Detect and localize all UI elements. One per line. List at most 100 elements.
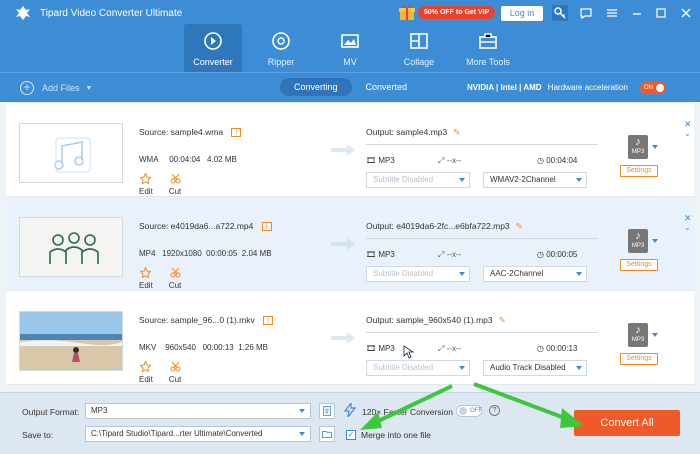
chevron-down-icon[interactable]: ⌄ (684, 129, 692, 139)
vip-promo[interactable]: 50% OFF to Get VIP (398, 4, 496, 21)
faster-conversion-toggle[interactable]: OFF (456, 405, 482, 417)
source-resolution: 1920x1080 (162, 249, 202, 258)
output-label: Output: e4019da6-2fc...e6bfa722.mp3 (366, 221, 510, 231)
menu-icon[interactable] (604, 5, 620, 21)
output-format-value: MP3 (91, 406, 108, 415)
help-icon[interactable]: ? (489, 405, 500, 416)
edit-star-icon (140, 361, 152, 372)
subtitle-label: Subtitle Disabled (373, 269, 434, 278)
resize-icon: ⤢ (438, 156, 445, 165)
resize-icon: ⤢ (438, 250, 445, 259)
hw-accel-toggle[interactable]: ON (640, 82, 666, 94)
login-button[interactable]: Log in (501, 6, 543, 21)
subtitle-select[interactable]: Subtitle Disabled (366, 360, 470, 376)
save-to-select[interactable]: C:\Tipard Studio\Tipard...rter Ultimate\… (85, 426, 311, 442)
lightning-icon (344, 403, 356, 417)
settings-button[interactable]: Settings (620, 353, 658, 365)
tab-converted[interactable]: Converted (352, 78, 422, 96)
settings-button[interactable]: Settings (620, 259, 658, 271)
edit-label: Edit (139, 375, 153, 384)
output-format-select[interactable]: MP3 (85, 403, 311, 419)
maximize-icon[interactable] (653, 5, 669, 21)
format-settings-button[interactable] (319, 403, 335, 419)
chat-icon[interactable] (578, 5, 594, 21)
chevron-down-icon (459, 272, 465, 276)
chevron-down-icon[interactable] (652, 333, 658, 337)
file-row: Source: e4019da6...a722.mp4 i MP4 1920x1… (6, 197, 694, 291)
subtitle-label: Subtitle Disabled (373, 175, 434, 184)
convert-all-button[interactable]: Convert All (574, 410, 680, 436)
output-format-label: Output Format: (22, 407, 80, 417)
chevron-down-icon[interactable]: ⌄ (684, 223, 692, 233)
beach-photo-icon (20, 312, 122, 370)
edit-button[interactable]: Edit (139, 173, 153, 196)
source-duration: 00:04:04 (169, 155, 201, 164)
output-resolution: ⤢ --x-- (438, 156, 461, 166)
key-icon[interactable] (552, 5, 568, 21)
output-duration: ◷ 00:04:04 (537, 156, 577, 165)
convert-arrow-icon (331, 332, 355, 344)
cut-button[interactable]: Cut (169, 361, 181, 384)
film-icon: 🎞 (366, 344, 377, 353)
converter-icon (204, 32, 222, 50)
audio-track-select[interactable]: AAC-2Channel (483, 266, 587, 282)
music-note-icon: ♪ (635, 136, 641, 148)
cut-button[interactable]: Cut (169, 267, 181, 290)
file-row: Source: sample_96...0 (1).mkv i MKV 960x… (6, 291, 694, 385)
folder-icon (322, 430, 332, 438)
output-format: 🎞 MP3 (366, 250, 395, 259)
subtitle-select[interactable]: Subtitle Disabled (366, 172, 470, 188)
chevron-down-icon[interactable] (652, 145, 658, 149)
source-filename: Source: sample_96...0 (1).mkv i (139, 315, 274, 326)
source-label: Source: sample4.wma (139, 127, 224, 137)
info-icon[interactable]: i (231, 128, 242, 138)
add-files-button[interactable]: + Add Files ▼ (20, 81, 92, 95)
output-label: Output: sample4.mp3 (366, 127, 448, 137)
rename-icon[interactable]: ✎ (499, 315, 506, 325)
edit-button[interactable]: Edit (139, 267, 153, 290)
cut-button[interactable]: Cut (169, 173, 181, 196)
edit-cut-group: Edit Cut (139, 173, 181, 196)
divider (366, 144, 598, 145)
tab-converter[interactable]: Converter (184, 24, 242, 72)
scissors-icon (170, 361, 181, 372)
info-icon[interactable]: i (263, 316, 274, 326)
audio-track-select[interactable]: Audio Track Disabled (483, 360, 587, 376)
output-res-label: --x-- (446, 344, 462, 353)
output-format-picker[interactable]: ♪ MP3 (628, 229, 648, 253)
tab-collage[interactable]: Collage (390, 24, 448, 72)
rename-icon[interactable]: ✎ (516, 221, 523, 231)
clock-icon: ◷ (537, 344, 544, 353)
tab-more-tools[interactable]: More Tools (459, 24, 517, 72)
chevron-down-icon[interactable]: ▼ (86, 85, 93, 92)
tab-mv[interactable]: MV (321, 24, 379, 72)
audio-thumbnail[interactable] (19, 123, 123, 183)
close-icon[interactable] (678, 5, 694, 21)
music-file-icon (54, 137, 91, 173)
output-format-picker[interactable]: ♪ MP3 (628, 323, 648, 347)
output-format-picker[interactable]: ♪ MP3 (628, 135, 648, 159)
output-format-label: MP3 (378, 344, 395, 353)
rename-icon[interactable]: ✎ (453, 127, 460, 137)
video-thumbnail[interactable] (19, 217, 123, 277)
tab-converting[interactable]: Converting (280, 78, 352, 96)
source-meta: MP4 1920x1080 00:00:05 2.04 MB (139, 249, 272, 258)
info-icon[interactable]: i (261, 222, 272, 232)
edit-button[interactable]: Edit (139, 361, 153, 384)
collage-icon (410, 33, 428, 49)
audio-track-select[interactable]: WMAV2-2Channel (483, 172, 587, 188)
settings-button[interactable]: Settings (620, 165, 658, 177)
output-filename: Output: sample4.mp3 ✎ (366, 127, 460, 138)
tab-ripper[interactable]: Ripper (252, 24, 310, 72)
video-thumbnail[interactable] (19, 311, 123, 371)
save-to-path: C:\Tipard Studio\Tipard...rter Ultimate\… (91, 429, 263, 438)
source-filename: Source: e4019da6...a722.mp4 i (139, 221, 272, 232)
save-to-label: Save to: (22, 430, 54, 440)
chevron-down-icon[interactable] (652, 239, 658, 243)
subtitle-select[interactable]: Subtitle Disabled (366, 266, 470, 282)
minimize-icon[interactable] (629, 5, 645, 21)
close-icon[interactable]: ✕ (684, 213, 692, 223)
close-icon[interactable]: ✕ (684, 119, 692, 129)
open-folder-button[interactable] (319, 426, 335, 442)
merge-checkbox[interactable]: ✓ (346, 430, 356, 440)
